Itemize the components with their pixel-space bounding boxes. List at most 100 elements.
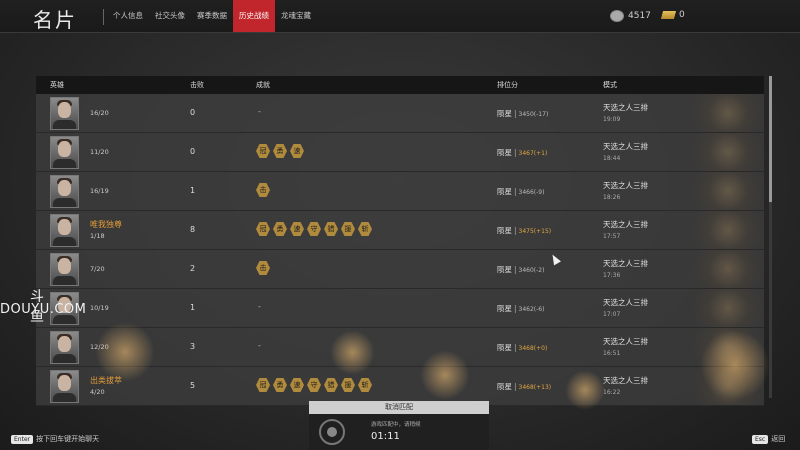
no-achievement: - [258, 107, 261, 116]
table-row[interactable]: 12/20 3 - 陨星 | 3468(+0) 天选之人三排 16:51 [36, 328, 764, 367]
table-row[interactable]: 16/20 0 - 陨星 | 3450(-17) 天选之人三排 19:09 [36, 94, 764, 133]
achievement-badge-icon[interactable]: 冠 [256, 144, 270, 158]
table-row[interactable]: 16/19 1 击 陨星 | 3466(-9) 天选之人三排 18:26 [36, 172, 764, 211]
achievement-badge-icon[interactable]: 勇 [273, 378, 287, 392]
tier-name: 陨星 [497, 265, 512, 274]
achievement-badge-icon[interactable]: 速 [290, 144, 304, 158]
mode-emblem-icon [684, 211, 764, 249]
gold-currency: 0 [660, 10, 685, 20]
matchmaking-timer: 01:11 [371, 431, 400, 442]
chat-hint: Enter 按下回车键开始聊天 [11, 434, 99, 444]
mode-emblem-icon [684, 133, 764, 171]
kill-count: 8 [190, 225, 196, 234]
tab-1[interactable]: 社交头像 [149, 0, 191, 32]
tier-divider: | [514, 148, 517, 157]
game-mode: 天选之人三排 [603, 337, 648, 346]
achievement-badge-icon[interactable]: 守 [307, 222, 321, 236]
back-hint[interactable]: Esc 返回 [752, 434, 785, 444]
avatar-face [58, 258, 71, 274]
table-row[interactable]: 11/20 0 冠勇速 陨星 | 3467(+1) 天选之人三排 18:44 [36, 133, 764, 172]
page-title: 名片 [33, 8, 77, 32]
rank-tier: 陨星 | 3466(-9) [497, 186, 544, 197]
tab-4[interactable]: 龙魂宝藏 [275, 0, 317, 32]
header-mode: 模式 [603, 81, 617, 89]
game-mode: 天选之人三排 [603, 220, 648, 229]
achievement-list: 击 [256, 261, 270, 275]
tier-divider: | [514, 109, 517, 118]
enter-key-badge[interactable]: Enter [11, 434, 34, 444]
header-kills: 击败 [190, 81, 204, 89]
avatar-face [58, 141, 71, 157]
achievement-badge-icon[interactable]: 击 [256, 183, 270, 197]
header-hero: 英雄 [50, 81, 64, 89]
match-time: 17:36 [603, 272, 621, 279]
achievement-glyph: 斩 [361, 380, 369, 389]
achievement-glyph: 勇 [276, 224, 284, 233]
match-time: 17:07 [603, 311, 621, 318]
tab-2[interactable]: 赛季数据 [191, 0, 233, 32]
achievement-badge-icon[interactable]: 猎 [324, 378, 338, 392]
no-achievement: - [258, 302, 261, 311]
hero-avatar [50, 97, 79, 130]
achievement-badge-icon[interactable]: 速 [290, 378, 304, 392]
achievement-badge-icon[interactable]: 猎 [324, 222, 338, 236]
achievement-glyph: 援 [344, 224, 352, 233]
table-scrollbar[interactable] [769, 76, 772, 398]
esc-key-badge[interactable]: Esc [752, 434, 769, 444]
placement: 16/20 [90, 109, 109, 117]
achievement-glyph: 斩 [361, 224, 369, 233]
achievement-badge-icon[interactable]: 援 [341, 222, 355, 236]
achievement-badge-icon[interactable]: 守 [307, 378, 321, 392]
tier-divider: | [514, 304, 517, 313]
achievement-badge-icon[interactable]: 斩 [358, 222, 372, 236]
tier-divider: | [514, 343, 517, 352]
achievement-badge-icon[interactable]: 援 [341, 378, 355, 392]
tab-0[interactable]: 个人信息 [107, 0, 149, 32]
achievement-badge-icon[interactable]: 冠 [256, 222, 270, 236]
achievement-badge-icon[interactable]: 击 [256, 261, 270, 275]
tier-divider: | [514, 382, 517, 391]
kill-count: 0 [190, 108, 196, 117]
avatar-face [58, 102, 71, 118]
achievement-glyph: 速 [293, 146, 301, 155]
achievement-glyph: 守 [310, 380, 318, 389]
achievement-glyph: 速 [293, 380, 301, 389]
rank-score: 3466(-9) [518, 189, 545, 196]
placement: 10/19 [90, 304, 109, 312]
hero-avatar [50, 253, 79, 286]
achievement-badge-icon[interactable]: 速 [290, 222, 304, 236]
achievement-badge-icon[interactable]: 斩 [358, 378, 372, 392]
cancel-match-button[interactable]: 取消匹配 [309, 401, 489, 414]
tier-name: 陨星 [497, 226, 512, 235]
tier-divider: | [514, 265, 517, 274]
no-achievement: - [258, 341, 261, 350]
avatar-face [58, 219, 71, 235]
game-mode: 天选之人三排 [603, 103, 648, 112]
rank-score: 3467(+1) [518, 150, 548, 157]
avatar-body [53, 237, 76, 246]
loading-spinner-icon [319, 419, 345, 445]
gold-bar-icon [660, 11, 677, 19]
achievement-list: 击 [256, 183, 270, 197]
kill-count: 0 [190, 147, 196, 156]
rank-score: 3450(-17) [518, 111, 549, 118]
achievement-glyph: 冠 [259, 146, 267, 155]
scrollbar-thumb[interactable] [769, 76, 772, 202]
rank-tier: 陨星 | 3468(+0) [497, 342, 547, 353]
rank-score: 3462(-6) [518, 306, 545, 313]
tier-name: 陨星 [497, 187, 512, 196]
tab-3[interactable]: 历史战绩 [233, 0, 275, 32]
table-row[interactable]: 唯我独尊 1/18 8 冠勇速守猎援斩 陨星 | 3475(+15) 天选之人三排 17:57 [36, 211, 764, 250]
achievement-glyph: 援 [344, 380, 352, 389]
match-time: 17:57 [603, 233, 621, 240]
hero-avatar [50, 175, 79, 208]
achievement-glyph: 勇 [276, 146, 284, 155]
matchmaking-status: 游戏匹配中，请稍候 [371, 422, 421, 428]
achievement-badge-icon[interactable]: 勇 [273, 144, 287, 158]
tier-name: 陨星 [497, 343, 512, 352]
table-row[interactable]: 10/19 1 - 陨星 | 3462(-6) 天选之人三排 17:07 [36, 289, 764, 328]
avatar-body [53, 276, 76, 285]
achievement-badge-icon[interactable]: 冠 [256, 378, 270, 392]
table-row[interactable]: 7/20 2 击 陨星 | 3460(-2) 天选之人三排 17:36 [36, 250, 764, 289]
achievement-badge-icon[interactable]: 勇 [273, 222, 287, 236]
